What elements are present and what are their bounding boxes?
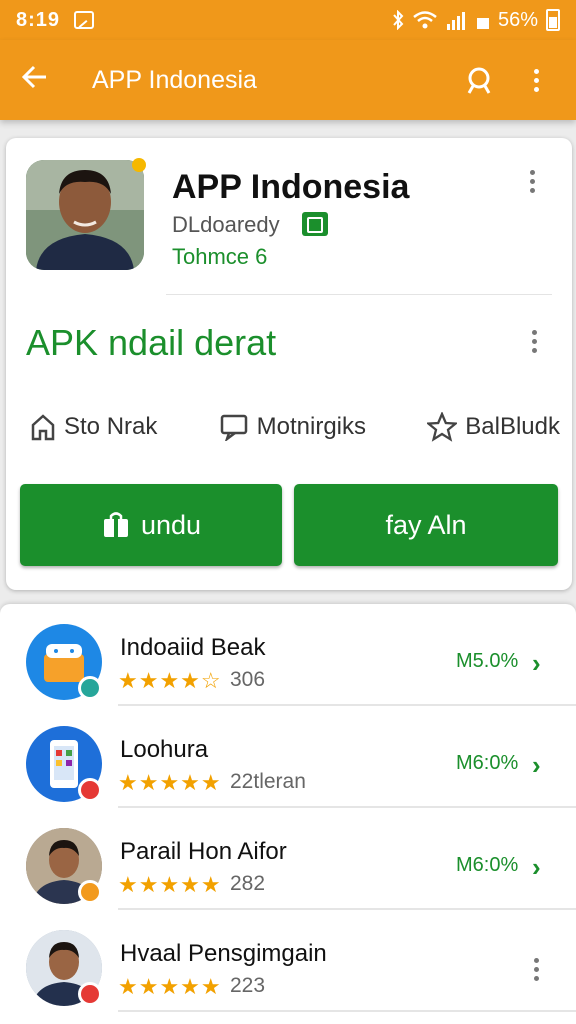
app-icon-avatar — [26, 160, 144, 270]
app-details-card: APP Indonesia DLdoaredy Tohmce 6 APK nda… — [6, 138, 572, 590]
developer-badge-icon — [302, 212, 328, 236]
search-icon[interactable] — [460, 60, 500, 100]
notification-icon — [74, 11, 95, 29]
star-rating-icon: ★★★★★ — [118, 872, 222, 897]
list-item[interactable]: Hvaal Pensgimgain ★★★★★ 223 — [0, 910, 576, 1012]
comment-icon — [220, 414, 247, 441]
app-size: M6:0% — [456, 752, 519, 774]
list-item[interactable]: Loohura ★★★★★ 22tleran M6:0% › — [0, 706, 576, 808]
list-item-name: Indoaiid Beak — [120, 634, 266, 661]
app-bar: APP Indonesia — [0, 40, 576, 120]
install-button[interactable]: undu — [20, 484, 282, 566]
app-title: APP Indonesia — [172, 168, 410, 206]
related-apps-list: Indoaiid Beak ★★★★☆ 306 M5.0% › Loohura … — [0, 604, 576, 1024]
divider — [166, 294, 552, 295]
shopping-bag-icon — [103, 512, 128, 537]
play-label: fay Aln — [385, 509, 467, 540]
battery-percent: 56% — [497, 8, 538, 31]
notification-badge-icon — [78, 982, 102, 1006]
star-rating-icon: ★★★★☆ — [118, 668, 222, 693]
badge-icon — [78, 880, 102, 904]
star-outline-icon — [427, 412, 458, 442]
app-bar-title: APP Indonesia — [92, 65, 257, 94]
card-overflow-icon[interactable] — [530, 170, 535, 193]
app-category[interactable]: Tohmce 6 — [172, 244, 267, 270]
list-item-name: Parail Hon Aifor — [120, 838, 287, 865]
play-button[interactable]: fay Aln — [294, 484, 558, 566]
status-bar: 8:19 56% — [0, 0, 576, 40]
chevron-right-icon[interactable]: › — [532, 750, 541, 781]
rating-count: 22tleran — [230, 770, 306, 793]
list-item-name: Hvaal Pensgimgain — [120, 940, 327, 967]
stat-label: Sto Nrak — [64, 413, 158, 440]
wifi-icon — [413, 11, 437, 29]
star-rating-icon: ★★★★★ — [118, 770, 222, 795]
app-tagline: APK ndail derat — [26, 322, 277, 363]
bluetooth-icon — [393, 10, 404, 30]
row-overflow-icon[interactable] — [534, 958, 539, 981]
home-icon — [31, 414, 55, 441]
list-item[interactable]: Parail Hon Aifor ★★★★★ 282 M6:0% › — [0, 808, 576, 910]
chevron-right-icon[interactable]: › — [532, 852, 541, 883]
stat-store[interactable]: Sto Nrak — [30, 412, 157, 442]
rating-count: 223 — [230, 974, 266, 997]
status-icons: 56% — [392, 9, 560, 32]
notification-badge-icon — [78, 778, 102, 802]
back-arrow-icon[interactable] — [20, 62, 60, 99]
developer-name[interactable]: DLdoaredy — [172, 212, 280, 238]
list-item[interactable]: Indoaiid Beak ★★★★☆ 306 M5.0% › — [0, 604, 576, 706]
stat-label: BalBludk — [465, 413, 560, 440]
install-label: undu — [140, 509, 202, 540]
chevron-right-icon[interactable]: › — [532, 648, 541, 679]
stat-reviews[interactable]: Motnirgiks — [219, 412, 366, 442]
rating-count: 306 — [230, 668, 266, 691]
divider — [118, 1010, 576, 1012]
sim-icon — [476, 18, 489, 29]
stat-wishlist[interactable]: BalBludk — [427, 412, 560, 442]
list-item-name: Loohura — [120, 736, 209, 763]
app-size: M6:0% — [456, 854, 519, 876]
star-rating-icon: ★★★★★ — [118, 974, 222, 999]
tagline-overflow-icon[interactable] — [532, 330, 537, 353]
verified-badge-icon — [78, 676, 102, 700]
rating-count: 282 — [230, 872, 266, 895]
status-time: 8:19 — [16, 8, 61, 31]
stats-row: Sto Nrak Motnirgiks BalBludk — [30, 412, 560, 442]
status-dot — [132, 158, 146, 172]
stat-label: Motnirgiks — [256, 413, 366, 440]
signal-icon — [446, 12, 465, 30]
overflow-menu-icon[interactable] — [516, 60, 556, 100]
app-size: M5.0% — [456, 650, 519, 672]
battery-icon — [546, 9, 560, 31]
